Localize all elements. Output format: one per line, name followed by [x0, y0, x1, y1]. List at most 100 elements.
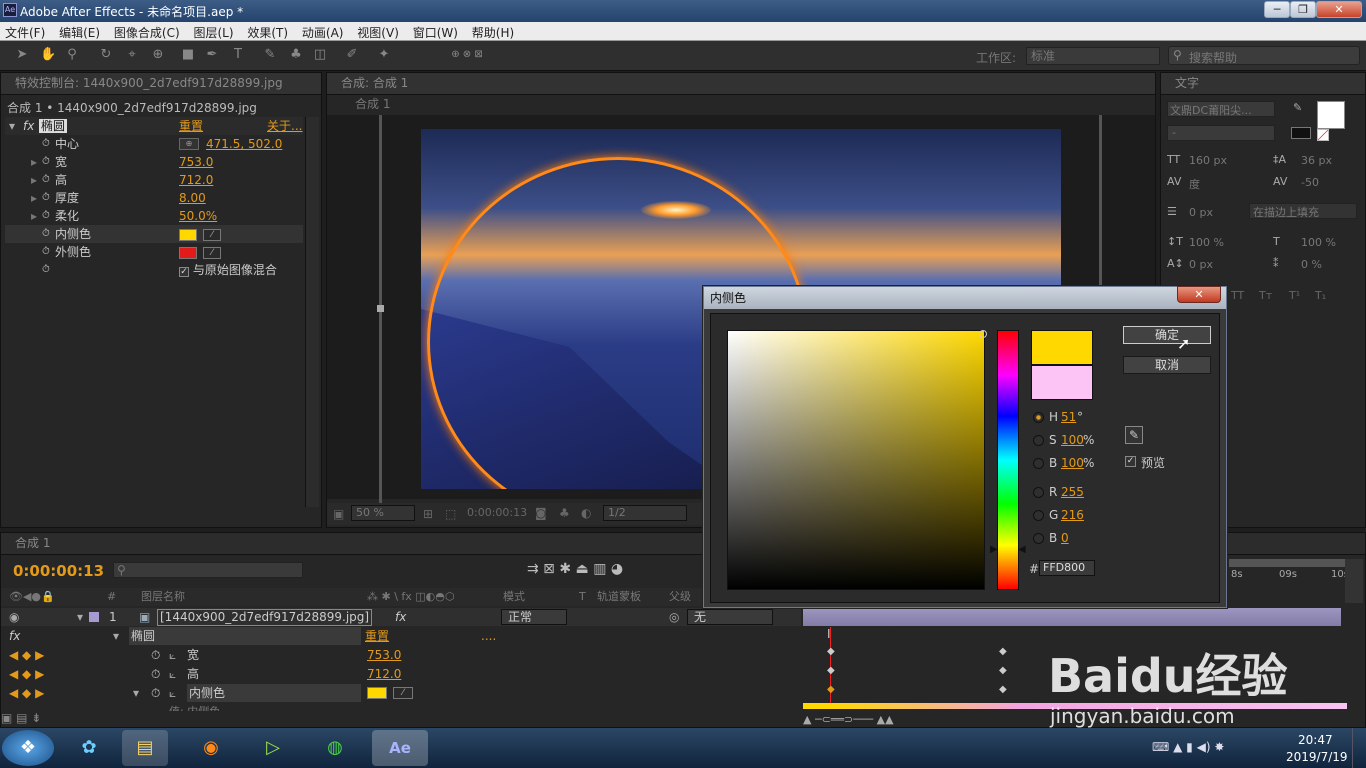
workspace-select[interactable]: 标准 — [1026, 47, 1160, 65]
fx-icon[interactable]: fx — [9, 627, 20, 645]
keyframe-icon[interactable]: ◆ — [827, 684, 835, 695]
stopwatch-icon[interactable]: ⏱ — [42, 207, 50, 225]
eraser-tool-icon[interactable]: ◫ — [312, 47, 328, 63]
grid-icon[interactable]: ⊞ — [423, 507, 433, 521]
zoom-select[interactable]: 50 % — [351, 505, 415, 521]
eyedropper-icon[interactable]: ⁄ — [393, 687, 413, 699]
effect-reset-link[interactable]: 重置 — [179, 117, 203, 135]
zoom-tool-icon[interactable]: ⚲ — [64, 47, 80, 63]
stopwatch-icon[interactable]: ⏱ — [151, 646, 160, 664]
resize-handle[interactable] — [377, 305, 384, 312]
timeline-timecode[interactable]: 0:00:00:13 — [13, 562, 104, 580]
layer-duration-bar[interactable] — [803, 608, 1341, 626]
roto-tool-icon[interactable]: ✐ — [344, 47, 360, 63]
expand-arrow-icon[interactable]: ▾ — [77, 608, 83, 626]
graph-icon[interactable]: ⟀ — [169, 665, 176, 683]
fx-toggle[interactable]: fx — [23, 117, 34, 135]
stopwatch-icon[interactable]: ⏱ — [42, 171, 50, 189]
value-s[interactable]: 100 — [1061, 433, 1084, 447]
comp-sub-tab[interactable]: 合成 1 — [355, 95, 390, 112]
maximize-button[interactable]: ❐ — [1290, 1, 1316, 18]
tracking-value[interactable]: -50 — [1301, 176, 1319, 189]
character-tab[interactable]: 文字 — [1161, 73, 1365, 95]
radio-g[interactable] — [1033, 510, 1044, 521]
timeline-reset-link[interactable]: 重置 — [365, 627, 389, 645]
graph-icon[interactable]: ⟀ — [169, 684, 176, 702]
label-color-swatch[interactable] — [89, 612, 99, 622]
outer-color-swatch[interactable] — [179, 246, 197, 259]
crosshair-icon[interactable]: ⊕ — [179, 138, 199, 150]
tsume-value[interactable]: 0 % — [1301, 258, 1322, 271]
mask-icon[interactable]: ⬚ — [445, 507, 456, 521]
expand-arrow-icon[interactable]: ▾ — [113, 627, 119, 645]
menu-animation[interactable]: 动画(A) — [297, 22, 349, 41]
start-button[interactable]: ❖ — [2, 730, 54, 766]
taskbar-ae-icon[interactable]: Ae — [372, 730, 428, 766]
taskbar-browser-icon[interactable]: ◍ — [312, 730, 358, 766]
always-preview-icon[interactable]: ▣ — [333, 507, 344, 521]
zoom-slider[interactable]: ▲ ─⊂══⊃─── ▲▲ — [803, 713, 894, 726]
blend-mode-select[interactable]: 正常 — [501, 609, 567, 625]
taskbar-firefox-icon[interactable]: ◉ — [188, 730, 234, 766]
effects-scrollbar[interactable] — [305, 117, 319, 507]
timeline-tools-icons[interactable]: ⇉ ⊠ ✱ ⏏ ▥ ◕ — [527, 561, 623, 577]
blend-checkbox[interactable]: ✓ — [179, 267, 189, 277]
stroke-color-swatch[interactable] — [1291, 127, 1311, 139]
keyframe-nav-icon[interactable]: ◀ ◆ ▶ — [9, 665, 44, 683]
timeline-bottom-icons[interactable]: ▣ ▤ ⇟ — [1, 711, 801, 727]
color-icon[interactable]: ◐ — [581, 506, 591, 520]
dialog-close-button[interactable]: ✕ — [1177, 286, 1221, 303]
no-color-icon[interactable] — [1317, 129, 1329, 141]
value-b[interactable]: 100 — [1061, 456, 1084, 470]
prop-value[interactable]: 753.0 — [367, 646, 401, 664]
help-search[interactable]: ⚲ 搜索帮助 — [1168, 46, 1360, 65]
eyedropper-icon[interactable]: ⁄ — [203, 228, 221, 241]
hue-slider[interactable] — [997, 330, 1019, 590]
prop-value[interactable]: 712.0 — [179, 171, 213, 189]
show-desktop-button[interactable] — [1352, 728, 1366, 768]
pen-tool-icon[interactable]: ✒ — [204, 47, 220, 63]
prop-value[interactable]: 712.0 — [367, 665, 401, 683]
text-tool-icon[interactable]: T — [230, 47, 246, 63]
old-color-swatch[interactable] — [1031, 365, 1093, 400]
fx-switch[interactable]: fx — [395, 608, 406, 626]
hex-input[interactable]: FFD800 — [1039, 560, 1095, 576]
saturation-brightness-field[interactable] — [727, 330, 985, 590]
keyframe-icon[interactable]: ◆ — [999, 684, 1007, 695]
close-button[interactable]: ✕ — [1316, 1, 1362, 18]
timeline-end-icons[interactable] — [1345, 559, 1363, 603]
vertical-scale-value[interactable]: 100 % — [1189, 236, 1224, 249]
hue-marker-left-icon[interactable]: ▶ — [990, 544, 998, 555]
pan-behind-tool-icon[interactable]: ⊕ — [150, 47, 166, 63]
preview-checkbox[interactable]: ✓ — [1125, 456, 1136, 467]
style-subscript-button[interactable]: T₁ — [1315, 289, 1326, 302]
eyedropper-icon[interactable]: ✎ — [1125, 426, 1143, 444]
rotate-tool-icon[interactable]: ↻ — [98, 47, 114, 63]
clock-time[interactable]: 20:47 — [1298, 733, 1333, 747]
effect-header-row[interactable]: ▾ fx 椭圆 重置 关于... — [5, 117, 303, 135]
expand-arrow-icon[interactable]: ▸ — [31, 153, 37, 171]
prop-value[interactable]: 471.5, 502.0 — [206, 135, 282, 153]
expand-arrow-icon[interactable]: ▸ — [31, 207, 37, 225]
inner-color-swatch[interactable] — [179, 228, 197, 241]
effect-controls-tab[interactable]: 特效控制台: 1440x900_2d7edf917d28899.jpg — [1, 73, 321, 95]
snapshot-icon[interactable]: ◙ — [535, 506, 547, 520]
layer-name[interactable]: [1440x900_2d7edf917d28899.jpg] — [157, 609, 373, 626]
parent-select[interactable]: 无 — [687, 609, 773, 625]
effect-about-link[interactable]: 关于... — [267, 117, 302, 135]
hand-tool-icon[interactable]: ✋ — [40, 47, 56, 63]
menu-layer[interactable]: 图层(L) — [188, 22, 238, 41]
timeline-search[interactable]: ⚲ — [113, 562, 303, 578]
radio-h[interactable] — [1033, 412, 1044, 423]
leading-value[interactable]: 36 px — [1301, 154, 1332, 167]
selection-tool-icon[interactable]: ➤ — [14, 47, 30, 63]
field-marker[interactable] — [979, 330, 987, 338]
stopwatch-icon[interactable]: ⏱ — [42, 135, 50, 153]
taskbar-folder-icon[interactable]: ▤ — [122, 730, 168, 766]
timeline-more-link[interactable]: .... — [481, 627, 496, 645]
inner-color-swatch[interactable] — [367, 687, 387, 699]
keyframe-icon[interactable]: ◆ — [827, 646, 835, 657]
stopwatch-icon[interactable]: ⏱ — [42, 243, 50, 261]
style-superscript-button[interactable]: T¹ — [1289, 289, 1300, 302]
expand-arrow-icon[interactable]: ▸ — [31, 189, 37, 207]
